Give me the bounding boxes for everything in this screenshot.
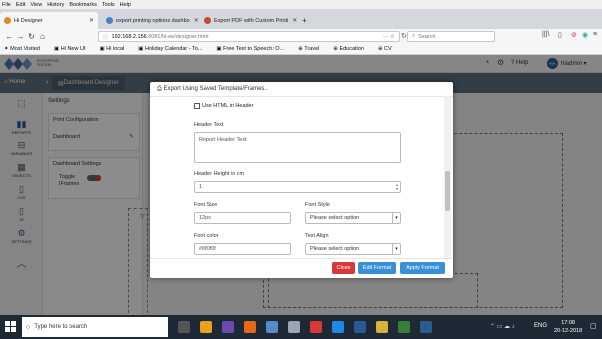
modal-title: ⎙ Export Using Saved Template/Frames.. [157,86,268,92]
search-placeholder: Search [418,33,436,40]
bookmarks-bar: ✦ Most Visited ▣ Hi New UI ▣ Hi local ▣ … [0,44,602,55]
tab-export-pdf[interactable]: Export PDF with Custom Printi ✕ [200,12,298,29]
url-bar[interactable]: ⓘ 192.168.2.156:8081/hi-ee/designer.html… [98,31,400,42]
divider [150,258,453,259]
menu-view[interactable]: View [30,2,42,8]
font-size-label: Font Size [194,202,218,208]
firefox-icon[interactable] [244,321,256,333]
menu-tools[interactable]: Tools [102,2,115,8]
scrollbar[interactable] [444,96,451,258]
skype-icon[interactable] [332,321,344,333]
menu-bookmarks[interactable]: Bookmarks [69,2,97,8]
app-icon[interactable] [310,321,322,333]
clock[interactable]: 17:08 20-12-2018 [554,319,582,335]
menu-help[interactable]: Help [120,2,131,8]
header-height-field[interactable]: 1 ▴ ▾ [194,181,401,193]
menu-edit[interactable]: Edit [16,2,25,8]
app-icon[interactable] [354,321,366,333]
close-icon[interactable]: ✕ [190,17,198,24]
font-size-field[interactable]: 12px [194,212,291,224]
app-icon[interactable] [420,321,432,333]
tab-label: Export PDF with Custom Printi [214,17,289,24]
apply-format-button[interactable]: Apply Format [400,262,445,274]
header-height-label: Header Height in cm [194,171,245,177]
font-style-select[interactable]: Please select option ▾ [305,212,401,224]
use-html-checkbox[interactable] [194,103,200,109]
tab-label: export printing options dashbo [116,17,190,24]
task-view-icon[interactable] [178,321,190,333]
addon2-icon[interactable]: ◉ [582,31,588,39]
menu-icon[interactable]: ≡ [593,31,597,38]
nav-bar: ← → ↻ ⌂ ⓘ 192.168.2.156:8081/hi-ee/desig… [0,29,602,44]
bookmark-item[interactable]: ⊕ Travel [298,46,326,52]
bookmark-item[interactable]: ▣ Hi local [100,46,132,52]
search-icon: ⌕ [412,33,416,39]
font-style-label: Font Style [305,202,330,208]
bookmark-item[interactable]: ⊕ Education [333,46,371,52]
font-color-field[interactable]: #0f0f0f [194,243,291,255]
tab-hi-designer[interactable]: Hi Designer ✕ [0,12,98,29]
tab-export-printing[interactable]: export printing options dashbo ✕ [102,12,198,29]
bookmark-item[interactable]: ▣ Free Text to Speech: O... [216,46,291,52]
bookmark-item[interactable]: ✦ Most Visited [4,46,47,52]
menu-file[interactable]: File [2,2,11,8]
new-tab-button[interactable]: + [298,12,310,29]
taskbar: ○ Type here to search ⌃ ▭ ☁ ♪ ENG 17:08 2… [0,315,602,339]
bookmark-item[interactable]: ▣ Hi New UI [54,46,93,52]
taskbar-search[interactable]: ○ Type here to search [22,317,168,337]
library-icon[interactable]: |||\ [542,31,549,38]
url-path: :8081/hi-ee/designer.html [146,33,209,40]
language-indicator[interactable]: ENG [534,323,547,329]
tray-icons[interactable]: ⌃ ▭ ☁ ♪ [490,323,515,330]
bookmark-item[interactable]: ⊕ CV [378,46,399,52]
site-favicon-icon [204,17,211,24]
close-icon[interactable]: ✕ [85,17,94,24]
app-favicon-icon [4,17,11,24]
header-text-label: Header Text [194,122,224,128]
close-icon[interactable]: ✕ [288,17,297,24]
divider [150,96,453,97]
folder-icon[interactable] [376,321,388,333]
scrollbar-thumb[interactable] [445,171,450,211]
tab-label: Hi Designer [14,17,43,24]
tab-bar: Hi Designer ✕ export printing options da… [0,9,602,29]
notification-icon[interactable]: ▢ [590,322,597,330]
globe-icon [106,17,113,24]
use-html-label: Use HTML in Header [202,103,254,109]
app-icon[interactable] [398,321,410,333]
home-icon[interactable]: ⌂ [37,32,48,41]
chevron-down-icon: ▾ [392,244,400,254]
app-icon[interactable] [288,321,300,333]
menu-bar: File Edit View History Bookmarks Tools H… [0,0,602,9]
sidebar-icon[interactable]: ▯ [558,31,562,39]
search-icon: ○ [26,323,31,331]
text-align-label: Text Align [305,233,329,239]
chrome-icon[interactable] [200,321,212,333]
export-modal: ⎙ Export Using Saved Template/Frames.. U… [150,82,453,278]
edit-format-button[interactable]: Edit Format [358,262,396,274]
chevron-down-icon: ▾ [392,213,400,223]
stepper-icon: ▴ ▾ [395,182,398,191]
close-button[interactable]: Close [332,262,355,274]
font-color-label: Font color [194,233,219,239]
reload-url-icon[interactable]: ↻ [401,32,407,40]
url-host: 192.168.2.156 [111,33,147,40]
bookmark-item[interactable]: ▣ Holiday Calendar - To... [138,46,209,52]
forward-icon[interactable]: → [15,32,26,41]
info-icon[interactable]: ⓘ [103,33,109,41]
windows-start-icon[interactable] [5,321,16,332]
app-icon[interactable] [222,321,234,333]
header-text-field[interactable]: Report Header Text [194,132,401,163]
text-align-select[interactable]: Please select option ▾ [305,243,401,255]
back-icon[interactable]: ← [4,32,15,41]
page-actions-icon[interactable]: ··· ☆ [383,34,395,40]
app-icon[interactable] [266,321,278,333]
addon-icon[interactable]: ⊘ [571,31,577,39]
search-input[interactable]: ⌕ Search [407,31,495,42]
reload-icon[interactable]: ↻ [26,32,37,41]
menu-history[interactable]: History [47,2,64,8]
